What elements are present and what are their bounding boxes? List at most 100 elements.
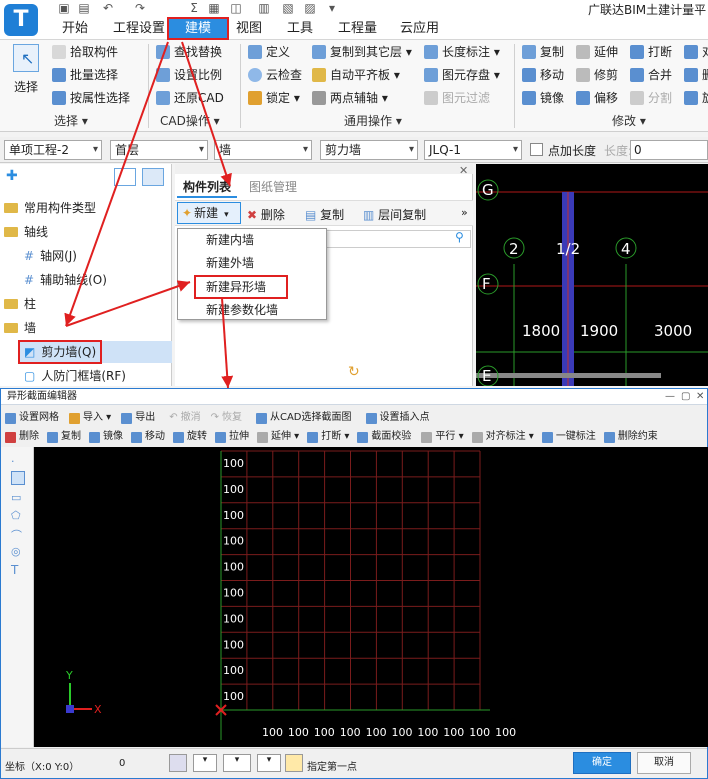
delete-ribbon-button[interactable]: 删 (684, 65, 708, 85)
undo-button[interactable]: ↶ 撤消 (169, 409, 200, 427)
tree-item-shear-wall[interactable]: ◩ 剪力墙(Q) (18, 340, 103, 364)
tab-project-settings[interactable]: 工程设置 (113, 20, 165, 40)
expand-icon[interactable]: ✚ (6, 168, 18, 184)
type-select[interactable]: 剪力墙 (320, 140, 418, 160)
export-button[interactable]: 导出 (121, 409, 155, 427)
ed-mirror-button[interactable]: 镜像 (89, 428, 123, 446)
text-tool-icon[interactable]: T (11, 563, 18, 577)
set-insert-point-button[interactable]: 设置插入点 (365, 409, 430, 427)
redo-button[interactable]: ↷ 恢复 (211, 409, 242, 427)
ed-extend-button[interactable]: 延伸 ▾ (257, 428, 299, 446)
export-icon[interactable]: ▨ (302, 1, 318, 15)
ed-move-button[interactable]: 移动 (131, 428, 165, 446)
select-big-button[interactable]: ↖ 选择 (8, 44, 44, 95)
ed-rotate-button[interactable]: 旋转 (173, 428, 207, 446)
arc-tool-icon[interactable]: ⌒ (11, 527, 22, 543)
floor-select[interactable]: 首层 (110, 140, 208, 160)
osnap-dropdown[interactable]: ▾ (223, 754, 251, 772)
copy-button[interactable]: 复制 (522, 42, 564, 62)
rect-tool-icon[interactable]: ▭ (11, 491, 21, 504)
cad-canvas[interactable]: G F E 2 1/2 4 1800 1900 3000 (476, 164, 708, 386)
copy-component-button[interactable]: ▤ 复制 (305, 206, 344, 223)
grid-view-icon[interactable] (142, 168, 164, 186)
snap-dropdown[interactable]: ▾ (193, 754, 217, 772)
split-button[interactable]: 分割 (630, 88, 672, 108)
save-icon[interactable]: ▣ (56, 1, 72, 15)
menu-new-parametric-wall[interactable]: 新建参数化墙 (178, 299, 326, 322)
trim-button[interactable]: 修剪 (576, 65, 618, 85)
tab-drawing-management[interactable]: 图纸管理 (243, 176, 303, 198)
set-grid-button[interactable]: 设置网格 (5, 409, 59, 427)
tree-item-civil-wall[interactable]: ▢ 人防门框墙(RF) (24, 364, 126, 388)
rotate-handle-icon[interactable]: ↻ (348, 364, 360, 380)
length-dim-button[interactable]: 长度标注 ▾ (424, 42, 500, 62)
length-input[interactable]: 0 (630, 140, 708, 160)
close-icon[interactable]: ✕ (696, 391, 704, 402)
new-button[interactable]: ✦ 新建 ▾ (177, 202, 241, 224)
search-icon[interactable]: ⚲ (455, 230, 464, 244)
ed-delete-constraint-button[interactable]: 删除约束 (603, 428, 658, 446)
line-tool-icon[interactable] (11, 471, 25, 485)
lock-button[interactable]: 锁定 ▾ (248, 88, 300, 108)
undo-icon[interactable]: ↶ (100, 1, 116, 15)
tree-item-wall[interactable]: 墙 (4, 316, 36, 340)
restore-cad-button[interactable]: 还原CAD (156, 88, 224, 108)
view-icon[interactable]: ◫ (228, 1, 244, 15)
tree-item-common[interactable]: 常用构件类型 (4, 196, 96, 220)
tab-quantity[interactable]: 工程量 (338, 20, 377, 40)
tab-modeling[interactable]: 建模 (167, 17, 229, 40)
point-tool-icon[interactable]: · (11, 455, 15, 468)
dynamic-input-icon[interactable] (285, 754, 303, 772)
ed-parallel-button[interactable]: 平行 ▾ (421, 428, 464, 446)
section-grid-canvas[interactable]: 100 100 100 100 100 100 100 100 100 100 100 100 100 1… (34, 447, 708, 747)
list-view-icon[interactable] (114, 168, 136, 186)
minimize-icon[interactable]: — (665, 391, 675, 402)
merge-button[interactable]: 合并 (630, 65, 672, 85)
tree-item-aux-axis[interactable]: # 辅助轴线(O) (24, 268, 107, 292)
import-button[interactable]: 导入 ▾ (69, 409, 111, 427)
tab-component-list[interactable]: 构件列表 (177, 176, 238, 198)
maximize-icon[interactable]: ▢ (681, 391, 690, 402)
ok-button[interactable]: 确定 (573, 752, 631, 774)
display-dropdown[interactable]: ▾ (257, 754, 281, 772)
element-filter-button[interactable]: 图元过滤 (424, 88, 490, 108)
break-button[interactable]: 打断 (630, 42, 672, 62)
tab-start[interactable]: 开始 (62, 20, 88, 40)
sum-icon[interactable]: Σ (186, 1, 202, 15)
ed-align-dim-button[interactable]: 对齐标注 ▾ (471, 428, 534, 446)
mirror-button[interactable]: 镜像 (522, 88, 564, 108)
select-from-cad-button[interactable]: 从CAD选择截面图 (255, 409, 352, 427)
auto-align-slab-button[interactable]: 自动平齐板 ▾ (312, 65, 400, 85)
tree-item-axis[interactable]: 轴线 (4, 220, 48, 244)
polygon-tool-icon[interactable]: ⬠ (11, 509, 21, 522)
more-icon[interactable]: » (461, 206, 468, 219)
ed-copy-button[interactable]: 复制 (47, 428, 81, 446)
move-button[interactable]: 移动 (522, 65, 564, 85)
ortho-toggle-icon[interactable] (169, 754, 187, 772)
attr-select-button[interactable]: 按属性选择 (52, 88, 130, 108)
tab-cloud[interactable]: 云应用 (400, 20, 439, 40)
layer-icon[interactable]: ▥ (256, 1, 272, 15)
ed-section-check-button[interactable]: 截面校验 (357, 428, 411, 446)
rotate-button[interactable]: 旋 (684, 88, 708, 108)
point-length-checkbox[interactable] (530, 143, 543, 156)
set-scale-button[interactable]: 设置比例 (156, 65, 222, 85)
save-element-button[interactable]: 图元存盘 ▾ (424, 65, 500, 85)
more-icon[interactable]: ▾ (324, 1, 340, 15)
project-select[interactable]: 单项工程-2 (4, 140, 102, 160)
menu-new-outer-wall[interactable]: 新建外墙 (178, 252, 326, 275)
copy-to-floor-button[interactable]: 复制到其它层 ▾ (312, 42, 412, 62)
close-icon[interactable]: ✕ (459, 164, 468, 177)
align-button[interactable]: 对 (684, 42, 708, 62)
report-icon[interactable]: ▦ (206, 1, 222, 15)
cloud-check-button[interactable]: 云检查 (248, 65, 302, 85)
cancel-button[interactable]: 取消 (637, 752, 691, 774)
define-button[interactable]: 定义 (248, 42, 290, 62)
ed-break-button[interactable]: 打断 ▾ (307, 428, 349, 446)
tree-item-column[interactable]: 柱 (4, 292, 36, 316)
menu-new-irregular-wall[interactable]: 新建异形墙 (194, 275, 288, 299)
find-replace-button[interactable]: 查找替换 (156, 42, 222, 62)
ed-auto-dim-button[interactable]: 一键标注 (541, 428, 596, 446)
extend-button[interactable]: 延伸 (576, 42, 618, 62)
tab-view[interactable]: 视图 (236, 20, 262, 40)
